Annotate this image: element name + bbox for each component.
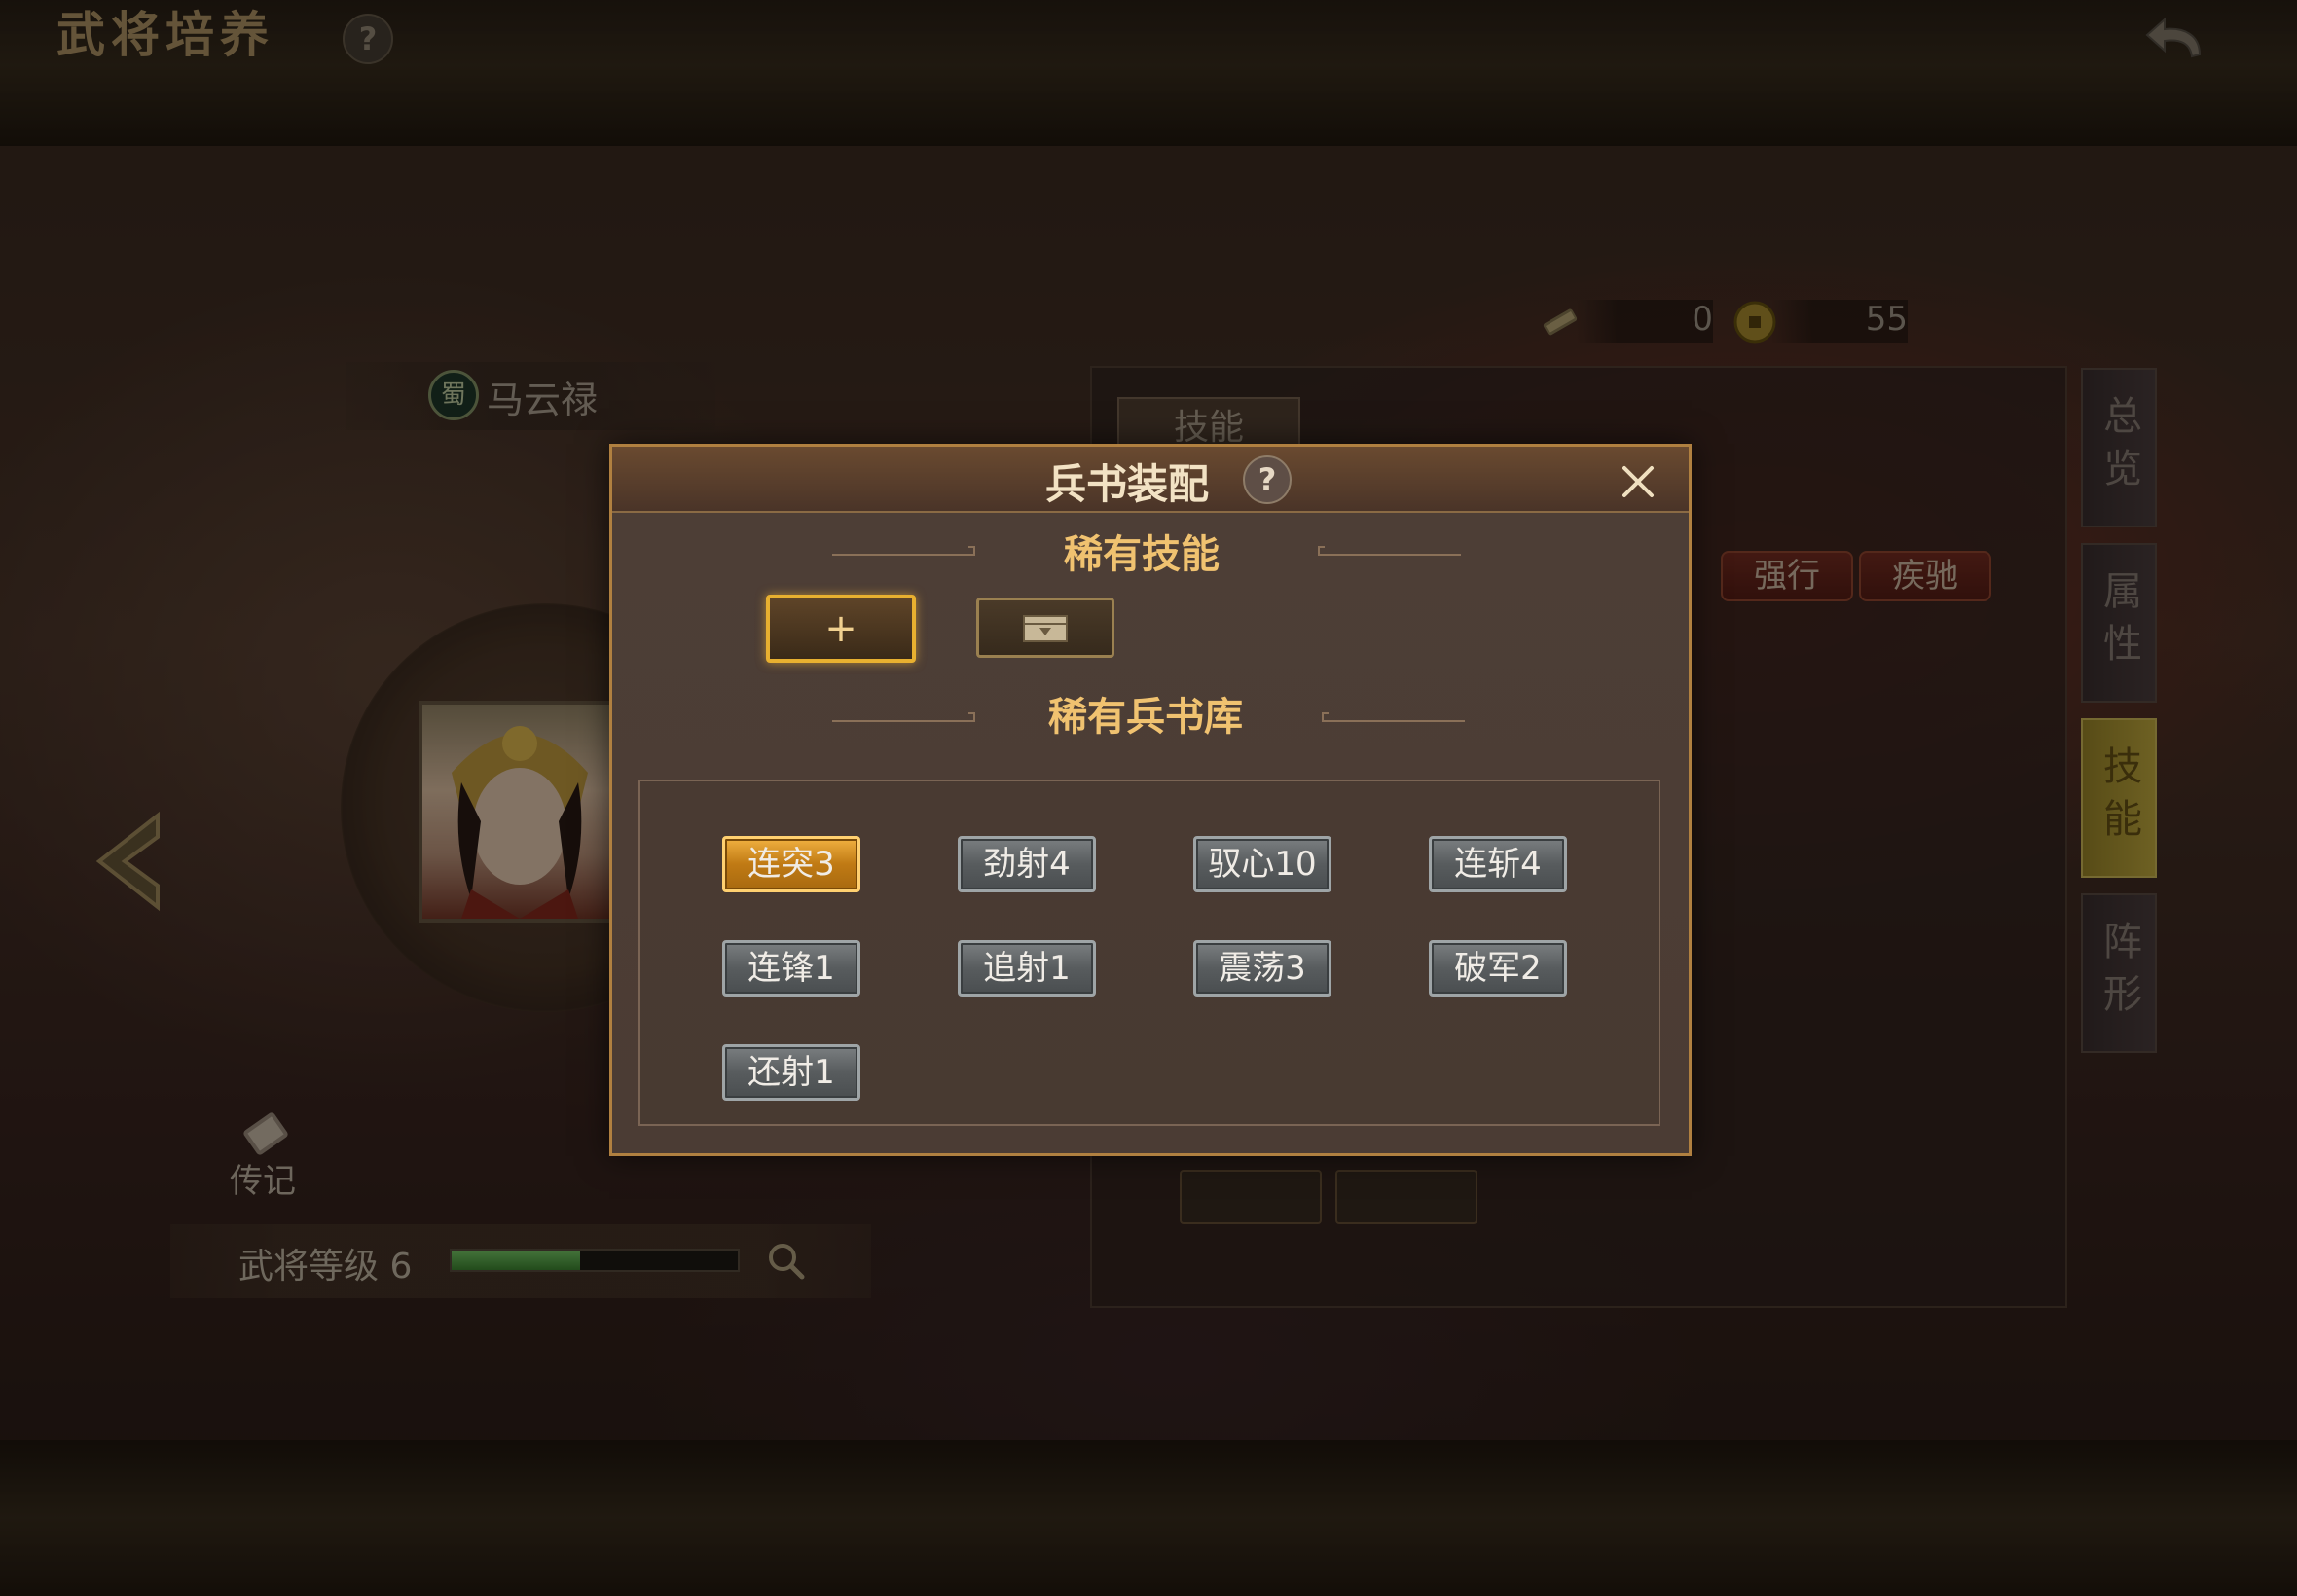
book-library: 连突3 劲射4 驭心10 连斩4 连锋1 追射1 震荡3 破军2 还射1 — [638, 780, 1660, 1126]
dialog-help-button[interactable]: ? — [1243, 455, 1292, 504]
book-item[interactable]: 震荡3 — [1193, 940, 1331, 997]
book-item[interactable]: 连斩4 — [1429, 836, 1567, 892]
book-equip-dialog: 兵书装配 ? 稀有技能 + 稀有兵书库 连突3 劲射4 驭心10 连斩4 连锋1… — [609, 444, 1692, 1156]
book-item[interactable]: 破军2 — [1429, 940, 1567, 997]
slot-icon — [1023, 615, 1068, 642]
title-ornament-left — [832, 712, 975, 722]
rare-skill-slot[interactable] — [976, 598, 1114, 658]
dialog-title: 兵书装配 — [1045, 460, 1210, 508]
title-ornament-left — [832, 546, 975, 556]
title-ornament-right — [1318, 546, 1461, 556]
close-icon[interactable] — [1619, 462, 1658, 501]
book-item[interactable]: 驭心10 — [1193, 836, 1331, 892]
dialog-header: 兵书装配 ? — [612, 447, 1689, 513]
book-item[interactable]: 追射1 — [958, 940, 1096, 997]
book-item[interactable]: 劲射4 — [958, 836, 1096, 892]
book-item[interactable]: 还射1 — [722, 1044, 860, 1101]
book-item[interactable]: 连突3 — [722, 836, 860, 892]
library-title: 稀有兵书库 — [1048, 695, 1243, 740]
book-item[interactable]: 连锋1 — [722, 940, 860, 997]
add-rare-skill-button[interactable]: + — [766, 595, 916, 663]
title-ornament-right — [1322, 712, 1465, 722]
rare-skill-title: 稀有技能 — [1064, 532, 1220, 577]
